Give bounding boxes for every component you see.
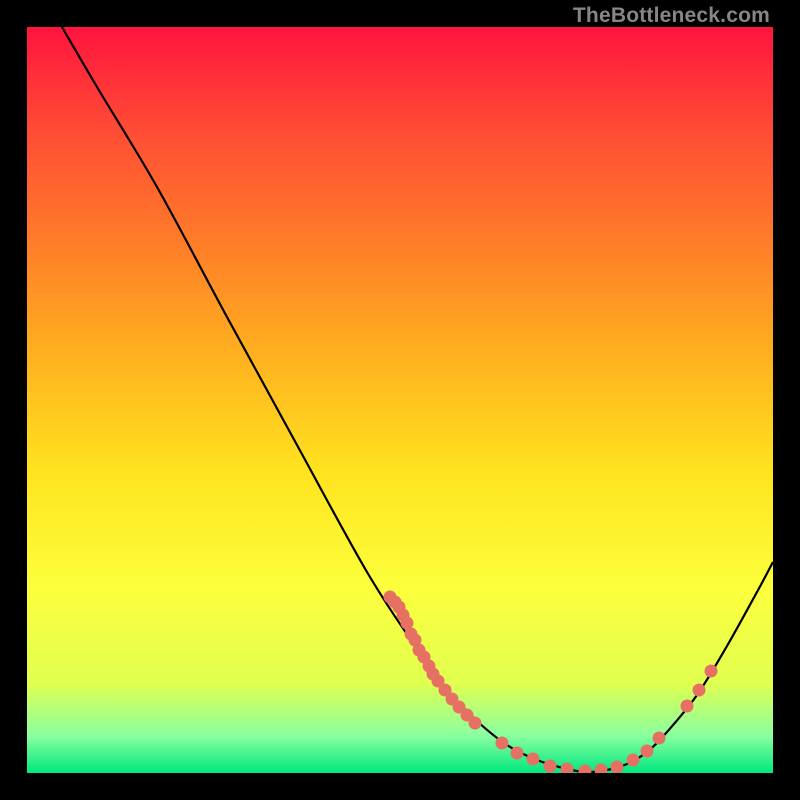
bottleneck-curve — [62, 27, 773, 772]
data-point — [641, 745, 654, 758]
data-point — [561, 763, 574, 774]
data-point — [579, 765, 592, 774]
data-point — [681, 700, 694, 713]
chart-svg — [27, 27, 773, 773]
data-point — [469, 717, 482, 730]
data-point — [653, 732, 666, 745]
watermark-text: TheBottleneck.com — [573, 4, 770, 28]
points-layer — [384, 591, 718, 774]
data-point — [544, 760, 557, 773]
data-point — [627, 754, 640, 767]
data-point — [527, 753, 540, 766]
data-point — [693, 684, 706, 697]
data-point — [595, 764, 608, 774]
curve-layer — [62, 27, 773, 772]
data-point — [705, 665, 718, 678]
data-point — [611, 761, 624, 774]
data-point — [511, 747, 524, 760]
data-point — [496, 737, 509, 750]
